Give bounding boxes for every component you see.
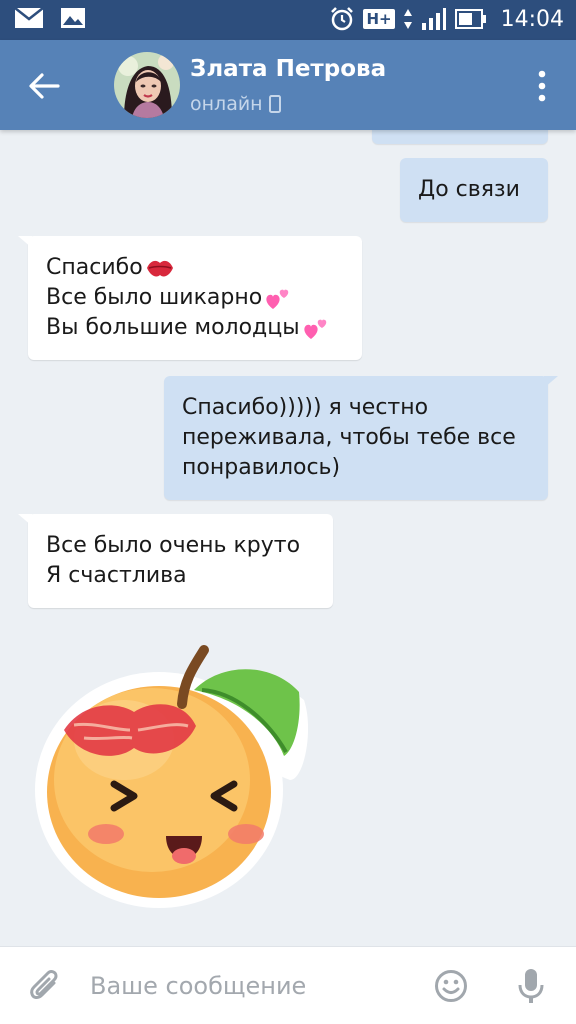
message-bubble-in[interactable]: Спасибо Все было шикарно Вы большие моло… <box>18 236 362 360</box>
message-bubble-out[interactable]: До связи <box>400 158 548 222</box>
message-text: Спасибо <box>46 255 143 280</box>
message-text: Все было очень круто <box>46 533 301 558</box>
back-arrow-icon[interactable] <box>24 66 64 106</box>
bubble-tail <box>544 376 558 388</box>
message-text: Все было шикарно <box>46 285 263 310</box>
clock: 14:04 <box>500 6 564 32</box>
mobile-icon <box>268 95 281 113</box>
bubble-tail <box>18 514 32 526</box>
paperclip-icon[interactable] <box>28 969 62 1003</box>
data-arrows-icon <box>403 9 412 29</box>
contact-status: онлайн <box>190 93 281 115</box>
gallery-icon <box>61 8 85 28</box>
two-hearts-emoji-icon <box>303 319 326 339</box>
avatar[interactable] <box>114 52 180 118</box>
message-text: Спасибо))))) я честно <box>182 395 429 420</box>
message-bubble-out[interactable]: Спасибо))))) я честно переживала, чтобы … <box>164 376 558 500</box>
emoji-smile-icon[interactable] <box>434 969 468 1003</box>
online-status-label: онлайн <box>190 93 263 115</box>
message-bubble-in[interactable]: Все было очень круто Я счастлива <box>18 514 333 608</box>
peach-kiss-sticker[interactable] <box>34 630 314 910</box>
kiss-lips-emoji-icon <box>146 260 173 277</box>
network-type-badge: H+ <box>363 9 395 29</box>
avatar-photo <box>114 52 180 118</box>
mail-icon <box>14 7 44 28</box>
alarm-icon <box>331 7 354 31</box>
more-menu-icon[interactable] <box>538 70 546 102</box>
message-bubble-out[interactable] <box>372 130 548 144</box>
two-hearts-emoji-icon <box>266 289 289 309</box>
bubble-tail <box>18 236 32 248</box>
message-text: понравилось) <box>182 455 341 480</box>
signal-icon <box>421 8 446 30</box>
message-text: Я счастлива <box>46 563 187 588</box>
chat-header: Злата Петрова онлайн <box>0 40 576 130</box>
message-text: переживала, чтобы тебе все <box>182 425 516 450</box>
battery-icon <box>454 9 486 29</box>
message-text: Вы большие молодцы <box>46 315 300 340</box>
message-input[interactable] <box>90 965 410 1007</box>
contact-name[interactable]: Злата Петрова <box>190 56 386 82</box>
status-bar: H+ 14:04 <box>0 0 576 40</box>
microphone-icon[interactable] <box>516 967 546 1005</box>
message-list[interactable]: До связи Спасибо Все было шикарно Вы бол… <box>0 130 576 945</box>
message-text: До связи <box>418 177 520 202</box>
composer-bar <box>0 946 576 1024</box>
